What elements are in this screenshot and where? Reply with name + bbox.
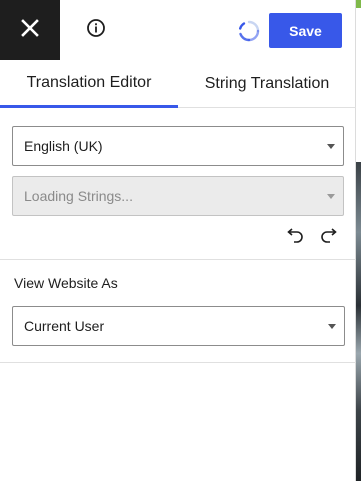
info-button[interactable] [84, 18, 108, 42]
language-select-value: English (UK) [24, 138, 103, 154]
info-icon [86, 18, 106, 43]
chevron-down-icon [328, 324, 336, 329]
strings-select: Loading Strings... [12, 176, 344, 216]
tab-string-translation[interactable]: String Translation [178, 60, 356, 108]
strings-select-value: Loading Strings... [24, 188, 133, 204]
translation-panel: Save Translation Editor String Translati… [0, 0, 356, 481]
save-button[interactable]: Save [269, 13, 342, 48]
view-as-select-value: Current User [24, 318, 105, 334]
language-select[interactable]: English (UK) [12, 126, 344, 166]
tab-label: Translation Editor [26, 73, 152, 91]
tab-bar: Translation Editor String Translation [0, 60, 356, 108]
chevron-down-icon [327, 194, 335, 199]
close-icon [21, 18, 39, 42]
section-divider [0, 259, 356, 260]
tab-translation-editor[interactable]: Translation Editor [0, 60, 178, 108]
tab-label: String Translation [204, 75, 330, 92]
chevron-down-icon [327, 144, 335, 149]
top-bar: Save [0, 0, 356, 60]
undo-icon [284, 227, 304, 249]
view-as-select[interactable]: Current User [12, 306, 345, 346]
close-button[interactable] [0, 0, 60, 60]
section-divider [0, 362, 356, 363]
save-button-label: Save [289, 22, 322, 39]
preview-image [356, 162, 361, 481]
undo-button[interactable] [282, 226, 306, 250]
preview-accent-bar [356, 0, 361, 8]
loading-spinner-icon [238, 20, 260, 42]
website-preview-edge [356, 0, 361, 481]
redo-button[interactable] [318, 226, 342, 250]
view-website-as-label: View Website As [14, 275, 118, 291]
redo-icon [320, 227, 340, 249]
